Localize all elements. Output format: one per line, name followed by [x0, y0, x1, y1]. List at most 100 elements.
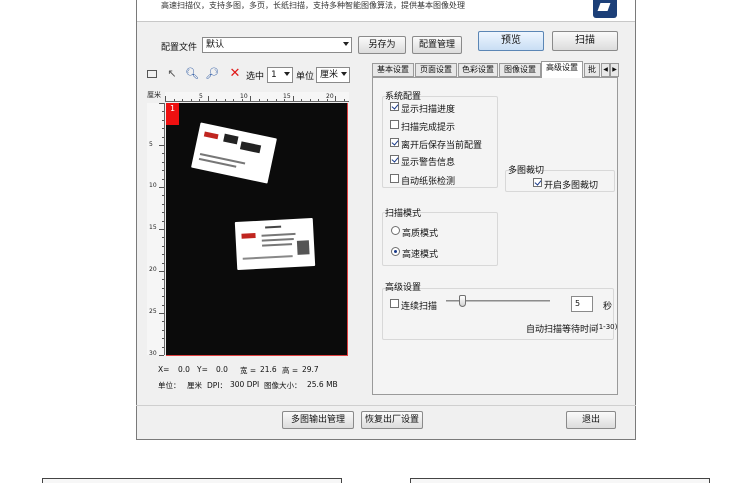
ruler-tick — [162, 111, 164, 113]
ruler-tick — [159, 103, 164, 104]
save-on-exit-checkbox[interactable] — [390, 138, 399, 147]
ruler-tick — [301, 99, 302, 101]
ruler-tick — [335, 96, 336, 101]
width-value: 21.6 — [260, 365, 277, 374]
ruler-tick — [292, 96, 294, 101]
quality-mode-radio[interactable] — [391, 226, 400, 235]
ruler-tick — [162, 220, 164, 222]
unit-status-label: 单位： — [158, 381, 181, 390]
x-coord-label: X= — [158, 365, 170, 374]
ruler-tick — [165, 96, 166, 101]
ruler-tick — [159, 355, 164, 356]
rectangle-select-icon[interactable] — [147, 70, 157, 78]
ruler-tick — [199, 99, 200, 101]
y-coord-value: 0.0 — [216, 365, 228, 374]
zoom-in-icon[interactable]: 🔍︎ — [185, 67, 199, 81]
unit-label: 单位 — [296, 72, 315, 82]
system-config-title: 系统配置 — [385, 92, 422, 102]
show-progress-checkbox[interactable] — [390, 102, 399, 111]
business-card-image — [234, 217, 316, 271]
ruler-tick — [159, 229, 164, 230]
ruler-tick — [318, 99, 319, 101]
auto-paper-detect-label: 自动纸张检测 — [401, 177, 456, 187]
ruler-left-mark: 25 — [149, 308, 157, 315]
ruler-tick — [159, 187, 164, 188]
multi-crop-checkbox[interactable] — [533, 178, 542, 187]
ruler-tick — [162, 136, 164, 138]
ruler-tick — [258, 99, 260, 101]
exit-button[interactable]: 退出 — [566, 411, 616, 429]
unit-value: 厘米 — [320, 70, 339, 80]
ruler-tick — [250, 96, 251, 101]
delete-icon[interactable]: ✕ — [228, 67, 242, 81]
continuous-scan-checkbox[interactable] — [390, 299, 399, 308]
tab-color[interactable]: 色彩设置 — [458, 63, 498, 77]
save-as-button[interactable]: 另存为 — [358, 36, 406, 54]
ruler-left-mark: 30 — [149, 350, 157, 357]
next-window-frame-right — [410, 478, 710, 483]
ruler-tick — [233, 99, 234, 101]
ruler-tick — [190, 99, 192, 101]
ruler-tick — [162, 338, 164, 340]
info-banner: 高速扫描仪，支持多图，多页，长纸扫描，支持多种智能图像算法，提供基本图像处理 — [137, 0, 635, 22]
ruler-tick — [162, 237, 164, 239]
unit-dropdown[interactable]: 厘米 — [316, 67, 350, 83]
ruler-tick — [159, 145, 164, 146]
ruler-tick — [162, 346, 164, 348]
restore-defaults-button[interactable]: 恢复出厂设置 — [361, 411, 423, 429]
select-count-dropdown[interactable]: 1 — [267, 67, 293, 83]
select-count-value: 1 — [271, 70, 277, 80]
ruler-tick — [343, 99, 345, 101]
tab-batch[interactable]: 批 — [584, 63, 600, 77]
ruler-left: 5 10 15 20 25 30 — [147, 103, 165, 357]
tab-advanced[interactable]: 高级设置 — [541, 61, 583, 78]
ruler-tick — [162, 296, 164, 298]
pointer-icon[interactable]: ↖ — [165, 67, 179, 81]
preview-button[interactable]: 预览 — [478, 31, 544, 51]
show-warnings-checkbox[interactable] — [390, 155, 399, 164]
show-progress-label: 显示扫描进度 — [401, 105, 456, 115]
ruler-tick — [162, 254, 164, 256]
tab-page[interactable]: 页面设置 — [415, 63, 457, 77]
tab-image[interactable]: 图像设置 — [499, 63, 541, 77]
y-coord-label: Y= — [197, 365, 208, 374]
zoom-out-icon[interactable]: 🔎︎ — [205, 67, 219, 81]
quality-mode-label: 高质模式 — [402, 229, 439, 239]
scanner-logo-icon — [593, 0, 617, 18]
scan-button[interactable]: 扫描 — [552, 31, 618, 51]
height-value: 29.7 — [302, 365, 319, 374]
multi-output-button[interactable]: 多图输出管理 — [282, 411, 354, 429]
dpi-value: 300 DPI — [230, 380, 260, 389]
speed-mode-radio[interactable] — [391, 247, 400, 256]
wait-time-unit: 秒 — [603, 302, 613, 312]
ruler-tick — [309, 99, 311, 101]
footer-divider — [136, 405, 636, 406]
tab-scroll-left-icon[interactable]: ◀ — [601, 63, 610, 77]
config-manage-button[interactable]: 配置管理 — [412, 36, 462, 54]
scan-mode-title: 扫描模式 — [385, 209, 422, 219]
ruler-tick — [162, 287, 164, 289]
ruler-tick — [162, 262, 164, 264]
config-file-select[interactable]: 默认 — [202, 37, 352, 53]
ruler-left-mark: 15 — [149, 224, 157, 231]
ruler-tick — [326, 99, 328, 101]
ruler-tick — [216, 99, 217, 101]
config-file-label: 配置文件 — [161, 43, 198, 53]
x-coord-value: 0.0 — [178, 365, 190, 374]
ruler-tick — [275, 99, 277, 101]
ruler-tick — [162, 195, 164, 197]
scan-complete-prompt-checkbox[interactable] — [390, 120, 399, 129]
chevron-down-icon — [284, 72, 290, 76]
scan-preview-area[interactable]: 1 — [166, 103, 348, 356]
tab-scroll-right-icon[interactable]: ▶ — [610, 63, 619, 77]
wait-time-slider-thumb[interactable] — [459, 295, 466, 307]
ruler-tick — [162, 203, 164, 205]
ruler-tick — [162, 329, 164, 331]
auto-paper-detect-checkbox[interactable] — [390, 174, 399, 183]
show-warnings-label: 显示警告信息 — [401, 158, 456, 168]
dpi-label: DPI： — [207, 381, 228, 390]
business-card-image — [191, 122, 277, 184]
wait-time-input[interactable]: 5 — [571, 296, 593, 312]
tab-basic[interactable]: 基本设置 — [372, 63, 414, 77]
ruler-tick — [284, 99, 285, 101]
